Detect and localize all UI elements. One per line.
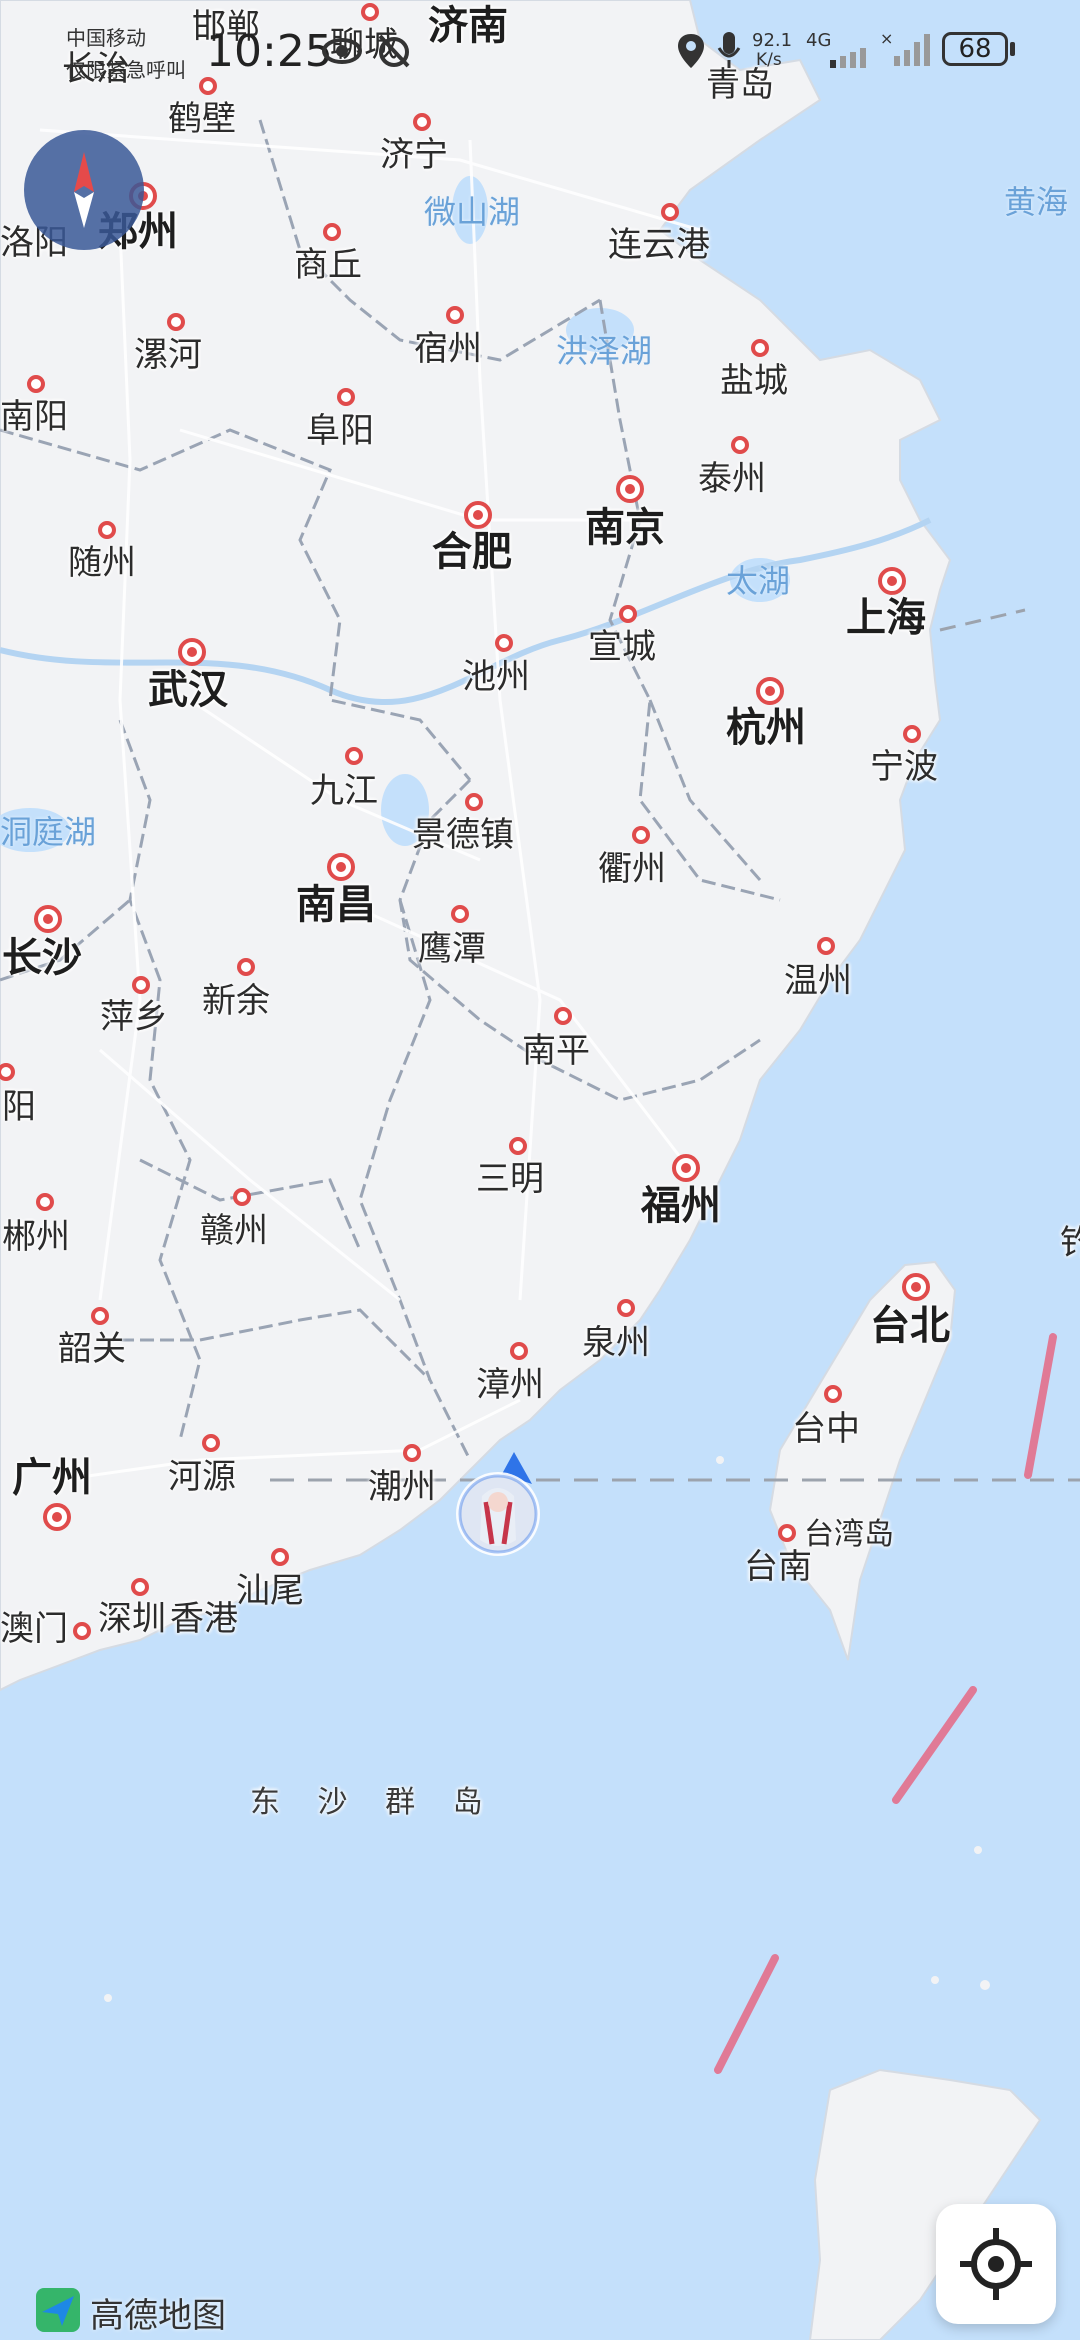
battery-indicator: 68 [942,32,1008,66]
city-label-nanjing: 南京 [585,505,665,551]
city-dot-nanchang[interactable] [327,853,355,881]
city-label: 宿州 [414,329,482,369]
city-label: 阳 [2,1087,36,1127]
city-label: 台南 [744,1547,812,1587]
signal-strength-icon [830,48,866,68]
city-label: 萍乡 [100,997,168,1037]
city-label: 宣城 [588,627,656,667]
city-label: 新余 [202,981,270,1021]
city-label: 阜阳 [306,411,374,451]
city-label: 泰州 [698,459,766,499]
city-label-fuzhou: 福州 [641,1183,721,1229]
water-label-taihu: 太湖 [726,562,791,600]
island-label-taiwan: 台湾岛 [804,1517,894,1552]
compass-button[interactable] [24,130,144,250]
city-label-hefei: 合肥 [432,529,512,575]
city-dot-taipei[interactable] [902,1273,930,1301]
carrier-name: 中国移动 [66,26,146,50]
city-label-shanghai: 上海 [846,595,926,641]
city-label-wuhan: 武汉 [148,667,228,713]
city-label: 香港 [170,1599,238,1639]
city-label-taipei: 台北 [870,1303,950,1349]
city-label: 泉州 [582,1323,650,1363]
city-label-guangzhou: 广州 [12,1455,92,1501]
microphone-icon [717,32,741,68]
city-dot-nanjing[interactable] [616,475,644,503]
city-label: 商丘 [294,245,362,285]
locate-me-button[interactable] [936,2204,1056,2324]
city-label: 漯河 [134,335,202,375]
crosshair-locate-icon [960,2228,1032,2300]
city-label-changsha: 长沙 [2,935,82,981]
city-label: 南平 [522,1031,590,1071]
user-location-marker[interactable] [452,1444,552,1568]
city-label: 台中 [792,1409,860,1449]
water-label-hongze: 洪泽湖 [556,332,653,370]
eye-icon [322,38,362,64]
city-label: 河源 [168,1457,236,1497]
brand-name: 高德地图 [90,2296,226,2336]
city-label-nanchang: 南昌 [296,882,376,928]
user-avatar-location-marker-icon [456,1452,540,1556]
city-label: 韶关 [58,1329,126,1369]
city-label: 鹰潭 [418,929,486,969]
city-label: 九江 [310,771,378,811]
city-label: 鹤壁 [168,99,236,139]
city-label: 衢州 [598,849,666,889]
city-label: 连云港 [608,225,710,265]
island-label-dongsha: 东 沙 群 岛 [250,1785,497,1820]
city-dot-changsha[interactable] [34,905,62,933]
city-dot-hefei[interactable] [464,501,492,529]
alarm-off-icon [378,34,410,68]
svg-text:×: × [880,30,893,48]
city-label: 景德镇 [412,815,514,855]
city-label: 宁波 [870,747,938,787]
status-bar: 中国移动 仅限紧急呼叫 10:25 92.1 K/s 4G × 68 [0,0,1080,100]
city-label: 汕尾 [236,1571,304,1611]
city-dot-guangzhou[interactable] [43,1503,71,1531]
city-label: 三明 [476,1159,544,1199]
amap-logo-icon [36,2288,80,2332]
battery-cap [1010,42,1015,56]
city-label: 澳门 [0,1609,68,1649]
city-dot-shanghai[interactable] [878,567,906,595]
city-label: 钓 [1060,1223,1080,1263]
city-label: 池州 [462,657,530,697]
city-label: 济宁 [380,135,448,175]
emergency-only: 仅限紧急呼叫 [66,58,186,82]
city-label: 潮州 [368,1467,436,1507]
city-label: 温州 [784,961,852,1001]
city-label: 随州 [68,543,136,583]
city-label: 南阳 [0,397,68,437]
net-speed-unit: K/s [756,50,782,70]
location-pin-icon [678,34,704,68]
city-label: 郴州 [2,1217,70,1257]
water-label-dongting: 洞庭湖 [0,813,97,851]
water-label-weishan: 微山湖 [424,193,521,231]
city-dot-hangzhou[interactable] [756,677,784,705]
status-time: 10:25 [206,26,333,77]
water-label-huanghai: 黄海 [1004,183,1069,221]
amap-brand: 高德地图 [36,2288,226,2336]
compass-icon [74,152,94,228]
city-label: 赣州 [200,1211,268,1251]
city-label: 深圳 [98,1599,166,1639]
city-label: 漳州 [476,1365,544,1405]
city-label: 盐城 [720,361,788,401]
city-dot-wuhan[interactable] [178,638,206,666]
city-label-hangzhou: 杭州 [726,705,806,751]
net-speed-value: 92.1 [752,30,793,51]
city-dot-fuzhou[interactable] [672,1154,700,1182]
signal-no-sim-icon: × [880,30,930,66]
